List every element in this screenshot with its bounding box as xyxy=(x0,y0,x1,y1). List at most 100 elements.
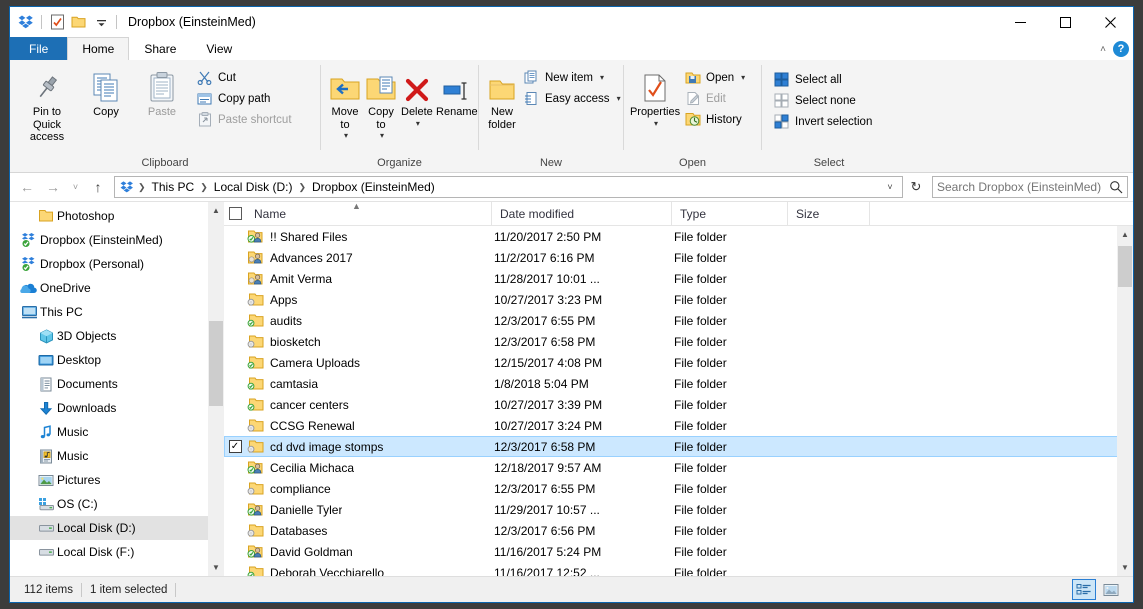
tab-view[interactable]: View xyxy=(191,37,247,60)
sidebar-item-music-library[interactable]: Music xyxy=(10,444,224,468)
column-header-size[interactable]: Size xyxy=(788,201,870,226)
sidebar-item-3d-objects[interactable]: 3D Objects xyxy=(10,324,224,348)
file-list-scroll-track[interactable] xyxy=(1117,243,1133,559)
table-row[interactable]: cancer centers 10/27/2017 3:39 PM File f… xyxy=(224,394,1133,415)
sidebar-item-documents[interactable]: Documents xyxy=(10,372,224,396)
sidebar-item-this-pc[interactable]: This PC xyxy=(10,300,224,324)
table-row[interactable]: biosketch 12/3/2017 6:58 PM File folder xyxy=(224,331,1133,352)
sidebar-item-onedrive[interactable]: OneDrive xyxy=(10,276,224,300)
customize-qat-button[interactable] xyxy=(90,11,112,33)
table-row[interactable]: Amit Verma 11/28/2017 10:01 ... File fol… xyxy=(224,268,1133,289)
open-caret-icon[interactable]: ▾ xyxy=(741,73,745,82)
close-button[interactable] xyxy=(1088,7,1133,37)
sidebar-scroll-track[interactable] xyxy=(208,219,224,559)
back-button[interactable]: ← xyxy=(15,176,39,198)
scroll-up-icon[interactable]: ▲ xyxy=(1117,226,1133,243)
column-header-date-modified[interactable]: Date modified xyxy=(492,201,672,226)
copy-path-button[interactable]: Copy path xyxy=(194,88,297,109)
scroll-down-icon[interactable]: ▼ xyxy=(208,559,224,576)
new-folder-icon[interactable] xyxy=(68,11,90,33)
invert-selection-button[interactable]: Invert selection xyxy=(771,111,877,132)
select-none-button[interactable]: Select none xyxy=(771,90,877,111)
table-row[interactable]: !! Shared Files 11/20/2017 2:50 PM File … xyxy=(224,226,1133,247)
sidebar-item-downloads[interactable]: Downloads xyxy=(10,396,224,420)
table-row[interactable]: ✓ cd dvd image stomps 12/3/2017 6:58 PM … xyxy=(224,436,1133,457)
minimize-button[interactable] xyxy=(998,7,1043,37)
search-icon[interactable] xyxy=(1109,180,1123,194)
search-box[interactable] xyxy=(932,176,1128,198)
copy-to-caret-icon[interactable]: ▾ xyxy=(380,131,384,140)
sidebar-item-dropbox-personal[interactable]: Dropbox (Personal) xyxy=(10,252,224,276)
table-row[interactable]: Camera Uploads 12/15/2017 4:08 PM File f… xyxy=(224,352,1133,373)
column-header-name[interactable]: Name xyxy=(246,201,492,226)
new-item-caret-icon[interactable]: ▾ xyxy=(600,73,604,82)
sidebar-item-dropbox-einsteinmed[interactable]: Dropbox (EinsteinMed) xyxy=(10,228,224,252)
copy-button[interactable]: Copy xyxy=(78,65,134,123)
breadcrumb-separator[interactable]: ❯ xyxy=(136,182,148,193)
sidebar-item-local-disk-f[interactable]: Local Disk (F:) xyxy=(10,540,224,564)
sidebar-item-photoshop[interactable]: Photoshop xyxy=(10,204,224,228)
help-icon[interactable]: ? xyxy=(1113,41,1129,57)
breadcrumb-dropbox[interactable]: Dropbox (EinsteinMed) xyxy=(308,180,439,194)
table-row[interactable]: compliance 12/3/2017 6:55 PM File folder xyxy=(224,478,1133,499)
up-button[interactable]: ↑ xyxy=(86,176,110,198)
open-button[interactable]: Open ▾ xyxy=(682,67,750,88)
scroll-down-icon[interactable]: ▼ xyxy=(1117,559,1133,576)
sidebar-scrollbar[interactable]: ▲ ▼ xyxy=(208,202,224,576)
table-row[interactable]: Deborah Vecchiarello 11/16/2017 12:52 ..… xyxy=(224,562,1133,576)
dropbox-icon[interactable] xyxy=(15,11,37,33)
sidebar-item-os-c[interactable]: OS (C:) xyxy=(10,492,224,516)
table-row[interactable]: Danielle Tyler 11/29/2017 10:57 ... File… xyxy=(224,499,1133,520)
sidebar-item-pictures[interactable]: Pictures xyxy=(10,468,224,492)
table-row[interactable]: Databases 12/3/2017 6:56 PM File folder xyxy=(224,520,1133,541)
edit-button[interactable]: Edit xyxy=(682,88,750,109)
search-input[interactable] xyxy=(937,180,1109,194)
easy-access-button[interactable]: Easy access ▾ xyxy=(521,88,626,109)
tab-home[interactable]: Home xyxy=(67,37,130,60)
cut-button[interactable]: Cut xyxy=(194,67,297,88)
sidebar-item-local-disk-d[interactable]: Local Disk (D:) xyxy=(10,516,224,540)
tab-share[interactable]: Share xyxy=(129,37,191,60)
select-all-checkbox-header[interactable] xyxy=(224,202,246,226)
row-checkbox-cell[interactable]: ✓ xyxy=(224,440,246,453)
rename-button[interactable]: Rename xyxy=(435,65,479,123)
properties-caret-icon[interactable]: ▾ xyxy=(654,119,658,128)
breadcrumb-separator[interactable]: ❯ xyxy=(296,182,308,193)
forward-button[interactable]: → xyxy=(41,176,65,198)
breadcrumb-local-disk-d[interactable]: Local Disk (D:) xyxy=(210,180,297,194)
details-view-button[interactable] xyxy=(1072,579,1096,600)
breadcrumb-this-pc[interactable]: This PC xyxy=(148,180,199,194)
table-row[interactable]: camtasia 1/8/2018 5:04 PM File folder xyxy=(224,373,1133,394)
scroll-up-icon[interactable]: ▲ xyxy=(208,202,224,219)
select-all-button[interactable]: Select all xyxy=(771,69,877,90)
properties-button[interactable]: Properties ▾ xyxy=(630,65,680,132)
table-row[interactable]: audits 12/3/2017 6:55 PM File folder xyxy=(224,310,1133,331)
header-checkbox[interactable] xyxy=(228,207,242,220)
refresh-button[interactable]: ↻ xyxy=(905,176,927,198)
chevron-down-icon[interactable]: ˅ xyxy=(880,182,900,192)
row-checkbox[interactable]: ✓ xyxy=(228,440,242,453)
table-row[interactable]: Apps 10/27/2017 3:23 PM File folder xyxy=(224,289,1133,310)
copy-to-button[interactable]: Copy to ▾ xyxy=(363,65,399,144)
file-list-scrollbar[interactable]: ▲ ▼ xyxy=(1117,226,1133,576)
column-header-type[interactable]: Type xyxy=(672,201,788,226)
history-button[interactable]: History xyxy=(682,109,750,130)
sidebar-scroll-thumb[interactable] xyxy=(209,321,223,406)
recent-locations-button[interactable]: ˅ xyxy=(67,176,84,198)
move-to-button[interactable]: Move to ▾ xyxy=(327,65,363,144)
maximize-button[interactable] xyxy=(1043,7,1088,37)
collapse-ribbon-icon[interactable]: ˄ xyxy=(1100,44,1106,55)
new-item-button[interactable]: New item ▾ xyxy=(521,67,626,88)
properties-icon[interactable] xyxy=(46,11,68,33)
file-list-scroll-thumb[interactable] xyxy=(1118,246,1132,288)
move-to-caret-icon[interactable]: ▾ xyxy=(344,131,348,140)
new-folder-button[interactable]: New folder xyxy=(485,65,519,135)
delete-caret-icon[interactable]: ▾ xyxy=(416,119,420,128)
breadcrumb-separator[interactable]: ❯ xyxy=(198,182,210,193)
address-bar[interactable]: ❯ This PC ❯ Local Disk (D:) ❯ Dropbox (E… xyxy=(114,176,903,198)
sidebar-item-music[interactable]: Music xyxy=(10,420,224,444)
easy-access-caret-icon[interactable]: ▾ xyxy=(617,94,621,103)
tab-file[interactable]: File xyxy=(10,37,68,60)
sidebar-item-desktop[interactable]: Desktop xyxy=(10,348,224,372)
table-row[interactable]: Cecilia Michaca 12/18/2017 9:57 AM File … xyxy=(224,457,1133,478)
